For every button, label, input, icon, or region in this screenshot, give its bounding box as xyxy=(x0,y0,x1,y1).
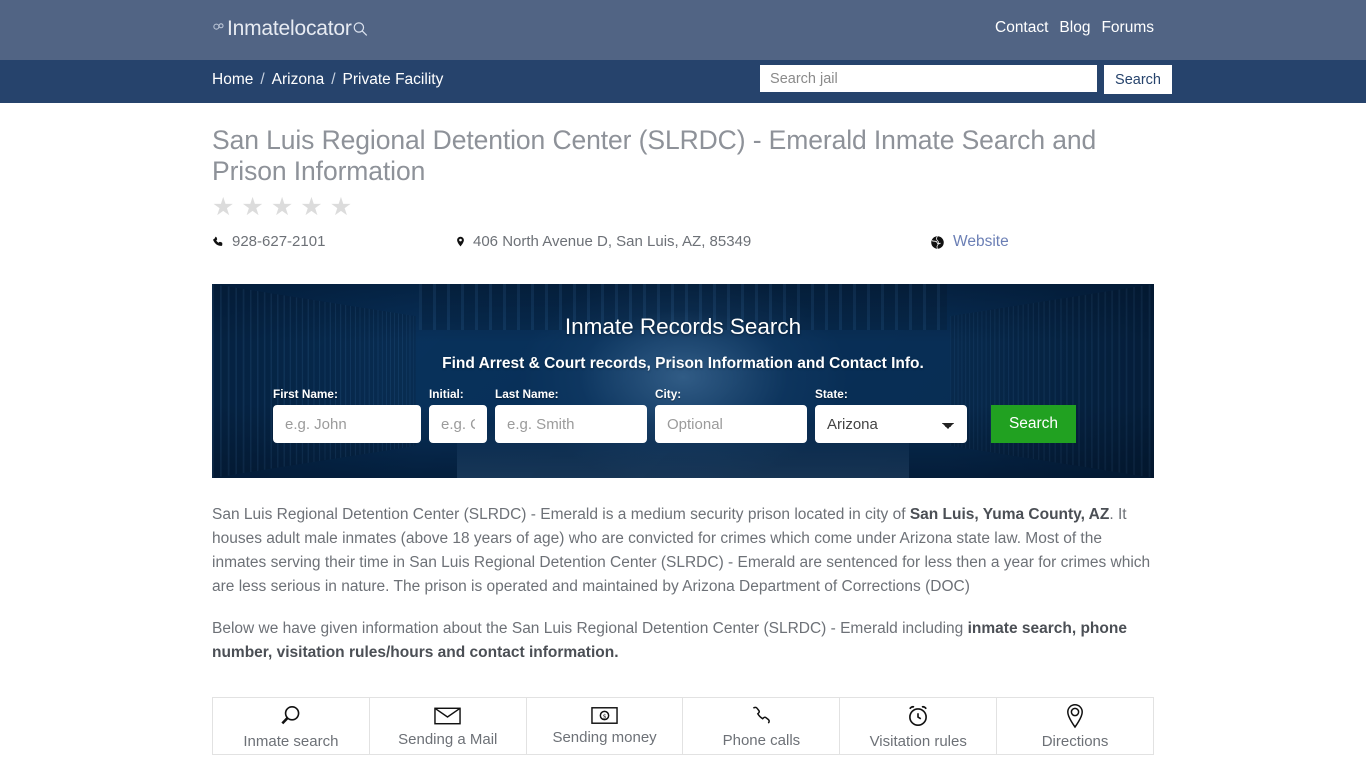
facility-address-text: 406 North Avenue D, San Luis, AZ, 85349 xyxy=(473,233,752,250)
facility-address: 406 North Avenue D, San Luis, AZ, 85349 xyxy=(455,233,751,250)
facility-contact-line: 928-627-2101 406 North Avenue D, San Lui… xyxy=(212,233,1154,257)
facility-website-link[interactable]: Website xyxy=(953,233,1009,251)
breadcrumb-bar: Home / Arizona / Private Facility Search xyxy=(0,60,1366,103)
main-content: San Luis Regional Detention Center (SLRD… xyxy=(212,103,1154,755)
map-pin-icon xyxy=(455,234,466,249)
jail-search-button[interactable]: Search xyxy=(1104,65,1172,94)
map-pin-icon xyxy=(1063,703,1087,729)
alarm-clock-icon xyxy=(905,703,931,729)
breadcrumb-item-private-facility[interactable]: Private Facility xyxy=(343,71,444,89)
tab-sending-money[interactable]: $ Sending money xyxy=(526,698,684,754)
site-logo[interactable]: Inmatelocator xyxy=(212,17,369,41)
state-label: State: xyxy=(815,387,848,401)
initial-input[interactable] xyxy=(429,405,487,443)
initial-field-group: Initial: xyxy=(429,387,487,443)
first-name-label: First Name: xyxy=(273,387,338,401)
banner-text-block: Inmate Records Search Find Arrest & Cour… xyxy=(212,284,1154,373)
description-part-1: San Luis Regional Detention Center (SLRD… xyxy=(212,506,910,523)
first-name-field-group: First Name: xyxy=(273,387,421,443)
star-icon: ★ xyxy=(212,193,242,221)
star-rating[interactable]: ★★★★★ xyxy=(212,194,1154,220)
envelope-icon xyxy=(434,705,461,727)
last-name-field-group: Last Name: xyxy=(495,387,647,443)
last-name-label: Last Name: xyxy=(495,387,559,401)
page-title: San Luis Regional Detention Center (SLRD… xyxy=(212,125,1097,186)
banner-title: Inmate Records Search xyxy=(564,314,802,339)
facility-info-tabs: Inmate search Sending a Mail $ Sending m… xyxy=(212,697,1154,755)
tab-label: Phone calls xyxy=(722,731,801,749)
jail-search-form: Search xyxy=(760,65,1172,94)
star-icon: ★ xyxy=(329,193,360,221)
city-input[interactable] xyxy=(655,405,807,443)
tab-label: Sending a Mail xyxy=(398,730,498,748)
state-select[interactable]: Arizona xyxy=(815,405,967,443)
initial-label: Initial: xyxy=(429,387,464,401)
star-icon: ★ xyxy=(300,193,330,221)
phone-icon xyxy=(212,235,225,249)
facility-phone: 928-627-2101 xyxy=(212,233,325,250)
magnifier-icon xyxy=(351,20,369,38)
top-header-bar: Inmatelocator Contact Blog Forums xyxy=(0,0,1366,60)
star-icon: ★ xyxy=(241,193,271,221)
inmate-search-form: First Name: Initial: Last Name: City: St… xyxy=(212,387,1154,443)
magnifier-icon xyxy=(278,703,304,729)
handcuffs-icon xyxy=(212,22,226,36)
facility-website: Website xyxy=(930,233,1009,251)
breadcrumb-separator: / xyxy=(260,71,265,88)
facility-description-paragraph: San Luis Regional Detention Center (SLRD… xyxy=(212,503,1154,599)
first-name-input[interactable] xyxy=(273,405,421,443)
tab-directions[interactable]: Directions xyxy=(997,698,1153,754)
description-location-bold: San Luis, Yuma County, AZ xyxy=(909,506,1110,523)
tab-inmate-search[interactable]: Inmate search xyxy=(213,698,370,754)
city-field-group: City: xyxy=(655,387,807,443)
jail-search-input[interactable] xyxy=(760,65,1098,92)
top-header-inner: Inmatelocator Contact Blog Forums xyxy=(212,0,1154,60)
tab-visitation-rules[interactable]: Visitation rules xyxy=(840,698,998,754)
breadcrumb: Home / Arizona / Private Facility xyxy=(212,71,443,89)
banknote-dollar-icon: $ xyxy=(591,706,618,725)
tab-label: Sending money xyxy=(552,729,657,746)
inmate-search-submit-button[interactable]: Search xyxy=(991,405,1076,443)
breadcrumb-item-home[interactable]: Home xyxy=(212,71,253,89)
last-name-input[interactable] xyxy=(495,405,647,443)
city-label: City: xyxy=(655,387,682,401)
nav-link-blog[interactable]: Blog xyxy=(1059,19,1090,37)
breadcrumb-separator: / xyxy=(331,71,336,88)
breadcrumb-item-arizona[interactable]: Arizona xyxy=(272,71,325,89)
star-icon: ★ xyxy=(270,193,301,221)
nav-link-contact[interactable]: Contact xyxy=(995,19,1048,37)
breadcrumb-inner: Home / Arizona / Private Facility Search xyxy=(212,60,1172,103)
tab-label: Visitation rules xyxy=(869,732,967,750)
nav-link-forums[interactable]: Forums xyxy=(1101,19,1154,37)
banner-subtitle: Find Arrest & Court records, Prison Info… xyxy=(442,355,924,372)
state-field-group: State: Arizona xyxy=(815,387,967,443)
phone-handset-icon xyxy=(748,704,774,728)
globe-icon xyxy=(930,235,945,250)
tab-label: Inmate search xyxy=(243,732,339,750)
facility-info-paragraph: Below we have given information about th… xyxy=(212,617,1154,665)
top-navigation: Contact Blog Forums xyxy=(995,19,1154,37)
info-part-1: Below we have given information about th… xyxy=(212,620,968,637)
inmate-records-search-banner: Inmate Records Search Find Arrest & Cour… xyxy=(212,284,1154,478)
tab-phone-calls[interactable]: Phone calls xyxy=(683,698,841,754)
tab-label: Directions xyxy=(1041,732,1109,750)
facility-phone-text: 928-627-2101 xyxy=(232,233,326,250)
tab-sending-a-mail[interactable]: Sending a Mail xyxy=(369,698,527,754)
site-logo-text: Inmatelocator xyxy=(227,17,352,40)
